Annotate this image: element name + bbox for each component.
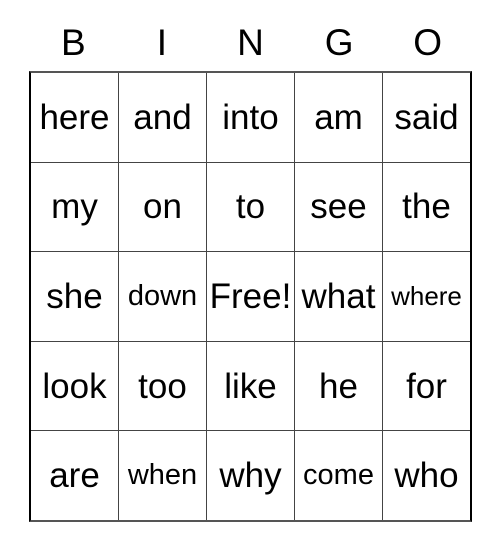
bingo-cell-label: and [133,97,192,137]
bingo-cell[interactable]: are [31,431,118,520]
bingo-cell-label: come [303,459,374,492]
bingo-cell-label: are [49,456,100,496]
bingo-row: my on to see the [31,161,470,252]
bingo-cell[interactable]: into [206,73,294,162]
bingo-cell[interactable]: on [118,162,206,252]
bingo-cell[interactable]: like [206,341,294,431]
bingo-cell-label: my [51,187,98,227]
bingo-cell-label: he [319,366,358,406]
bingo-cell-label: see [310,187,367,227]
bingo-cell[interactable]: my [31,162,118,252]
bingo-cell-label: for [406,366,447,406]
bingo-header-letter-n: N [237,22,264,63]
bingo-cell[interactable]: and [118,73,206,162]
bingo-cell-label: am [314,97,363,137]
bingo-cell[interactable]: who [382,431,470,520]
bingo-cell[interactable]: why [206,431,294,520]
bingo-cell-label: when [127,459,198,492]
bingo-cell[interactable]: he [294,341,382,431]
bingo-cell[interactable]: what [294,252,382,341]
bingo-cell-label: to [235,187,266,227]
bingo-cell[interactable]: see [294,162,382,252]
bingo-cell[interactable]: look [31,341,118,431]
bingo-cell[interactable]: said [382,73,470,162]
bingo-cell-label: who [394,456,459,496]
bingo-card: B I N G O here and into am said my on to… [29,14,472,522]
bingo-row: here and into am said [31,73,470,162]
bingo-cell[interactable]: where [382,252,470,341]
bingo-cell-label: where [391,281,462,312]
bingo-cell-label: Free! [209,276,292,316]
bingo-row: are when why come who [31,430,470,520]
bingo-cell-label: on [143,187,182,227]
bingo-cell-label: said [394,97,459,137]
bingo-cell-label: look [42,366,107,406]
bingo-cell[interactable]: for [382,341,470,431]
bingo-cell-label: too [138,366,187,406]
bingo-cell-free-space[interactable]: Free! [206,252,294,341]
bingo-cell-label: here [39,97,110,137]
bingo-cell-label: what [301,276,376,316]
bingo-header-row: B I N G O [29,14,472,71]
bingo-cell-label: down [127,279,198,312]
bingo-header-letter-g: G [324,22,354,63]
bingo-cell[interactable]: when [118,431,206,520]
bingo-cell[interactable]: come [294,431,382,520]
bingo-row: she down Free! what where [31,251,470,341]
bingo-cell-label: she [46,276,103,316]
bingo-cell-label: like [224,366,277,406]
bingo-cell[interactable]: she [31,252,118,341]
bingo-header-letter-i: I [156,22,168,63]
bingo-cell-label: why [219,456,282,496]
bingo-cell[interactable]: the [382,162,470,252]
bingo-cell[interactable]: am [294,73,382,162]
bingo-cell[interactable]: too [118,341,206,431]
bingo-grid: here and into am said my on to see the s… [29,71,472,522]
bingo-cell[interactable]: to [206,162,294,252]
bingo-cell[interactable]: down [118,252,206,341]
bingo-header-letter-o: O [413,22,443,63]
bingo-row: look too like he for [31,340,470,431]
bingo-cell[interactable]: here [31,73,118,162]
bingo-cell-label: into [222,97,279,137]
bingo-header-letter-b: B [60,22,86,63]
bingo-cell-label: the [402,187,451,227]
